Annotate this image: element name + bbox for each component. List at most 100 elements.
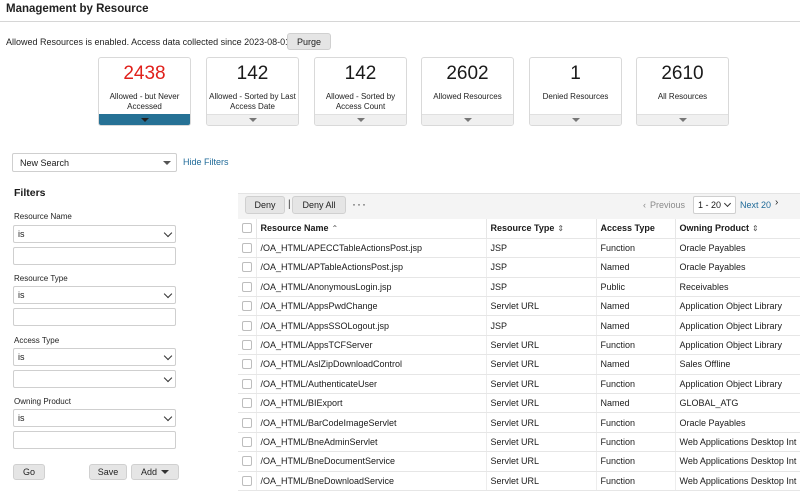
column-header-resource-name[interactable]: Resource Name ⌃	[256, 219, 487, 239]
chevron-down-icon	[163, 228, 173, 238]
caret-up-icon[interactable]: ⌃	[332, 224, 339, 233]
card-all-resources[interactable]: 2610 All Resources	[636, 57, 729, 126]
select-all-checkbox[interactable]	[242, 223, 252, 234]
card-denied-resources[interactable]: 1 Denied Resources	[529, 57, 622, 126]
resource-name-operator-select[interactable]: is	[13, 225, 176, 243]
resource-name-input[interactable]	[13, 247, 176, 265]
sort-up-down-icon[interactable]: ⇕	[752, 224, 759, 233]
more-actions-icon[interactable]: ···	[352, 197, 367, 211]
card-count: 2610	[661, 63, 704, 84]
card-footer[interactable]	[530, 114, 621, 125]
deny-button[interactable]: Deny	[245, 196, 285, 214]
table-row[interactable]: /OA_HTML/BneDownloadService Servlet URL Fu…	[238, 471, 800, 491]
row-select-cell[interactable]	[238, 257, 257, 278]
row-checkbox[interactable]	[242, 436, 252, 447]
column-header-owning-product[interactable]: Owning Product ⇕	[675, 219, 800, 239]
row-checkbox[interactable]	[242, 262, 252, 273]
row-select-cell[interactable]	[238, 471, 257, 491]
previous-page-link[interactable]: ‹ Previous	[643, 196, 685, 214]
table-row[interactable]: /OA_HTML/AppsSSOLogout.jsp JSP Named Applic…	[238, 315, 800, 336]
card-footer[interactable]	[422, 114, 513, 125]
row-select-cell[interactable]	[238, 354, 257, 375]
title-divider	[0, 21, 800, 22]
row-select-cell[interactable]	[238, 451, 257, 472]
row-checkbox[interactable]	[242, 475, 252, 486]
access-type-cell: Function	[596, 412, 676, 433]
previous-label: Previous	[650, 200, 686, 210]
card-sorted-last-access[interactable]: 142 Allowed - Sorted by Last Access Date	[206, 57, 299, 126]
row-checkbox[interactable]	[242, 398, 252, 409]
row-select-cell[interactable]	[238, 335, 257, 356]
row-checkbox[interactable]	[242, 281, 252, 292]
table-row[interactable]: /OA_HTML/BneAdminServlet Servlet URL Funct…	[238, 432, 800, 453]
resource-type-operator-select[interactable]: is	[13, 286, 176, 304]
access-type-cell: Function	[596, 335, 676, 356]
saved-search-select[interactable]: New Search	[12, 153, 177, 172]
access-type-cell: Named	[596, 296, 676, 317]
resource-type-input[interactable]	[13, 308, 176, 326]
table-row[interactable]: /OA_HTML/AslZipDownloadControl Servlet UR…	[238, 354, 800, 375]
resource-name-cell: /OA_HTML/APTableActionsPost.jsp	[256, 257, 487, 278]
access-type-cell: Function	[596, 238, 676, 259]
access-type-operator-select[interactable]: is	[13, 348, 176, 366]
next-page-link[interactable]: Next 20	[740, 196, 771, 214]
row-select-cell[interactable]	[238, 315, 257, 336]
table-row[interactable]: /OA_HTML/AppsPwdChange Servlet URL Named Ap…	[238, 296, 800, 317]
purge-button[interactable]: Purge	[287, 33, 331, 50]
row-select-cell[interactable]	[238, 393, 257, 414]
owning-product-input[interactable]	[13, 431, 176, 449]
card-footer[interactable]	[99, 114, 190, 125]
hide-filters-link[interactable]: Hide Filters	[183, 157, 229, 167]
column-header-resource-type[interactable]: Resource Type ⇕	[486, 219, 597, 239]
table-row[interactable]: /OA_HTML/AppsTCFServer Servlet URL Functio…	[238, 335, 800, 356]
card-footer[interactable]	[315, 114, 406, 125]
card-label: All Resources	[657, 92, 708, 101]
card-allowed-resources[interactable]: 2602 Allowed Resources	[421, 57, 514, 126]
row-checkbox[interactable]	[242, 456, 252, 467]
select-all-cell[interactable]	[238, 219, 257, 239]
row-checkbox[interactable]	[242, 417, 252, 428]
row-select-cell[interactable]	[238, 277, 257, 298]
page-range-select[interactable]: 1 - 20	[693, 196, 736, 214]
go-button[interactable]: Go	[13, 464, 45, 480]
row-select-cell[interactable]	[238, 412, 257, 433]
table-row[interactable]: /OA_HTML/AnonymousLogin.jsp JSP Public Rece…	[238, 277, 800, 298]
row-checkbox[interactable]	[242, 378, 252, 389]
save-button[interactable]: Save	[89, 464, 127, 480]
owning-product-operator-select[interactable]: is	[13, 409, 176, 427]
chevron-down-icon	[163, 412, 173, 422]
row-select-cell[interactable]	[238, 296, 257, 317]
row-checkbox[interactable]	[242, 340, 252, 351]
chevron-right-icon[interactable]: ›	[775, 197, 778, 208]
row-checkbox[interactable]	[242, 320, 252, 331]
chevron-down-icon	[163, 289, 173, 299]
sort-up-down-icon[interactable]: ⇕	[557, 224, 564, 233]
table-row[interactable]: /OA_HTML/APTableActionsPost.jsp JSP Named O…	[238, 257, 800, 278]
table-row[interactable]: /OA_HTML/BneDocumentService Servlet URL Fu…	[238, 451, 800, 472]
card-footer[interactable]	[207, 114, 298, 125]
access-type-cell: Function	[596, 374, 676, 395]
card-sorted-access-count[interactable]: 142 Allowed - Sorted by Access Count	[314, 57, 407, 126]
row-checkbox[interactable]	[242, 243, 252, 254]
row-checkbox[interactable]	[242, 301, 252, 312]
owning-product-cell: Oracle Payables	[675, 412, 800, 433]
owning-product-cell: Web Applications Desktop Int	[675, 451, 800, 472]
table-row[interactable]: /OA_HTML/BIExport Servlet URL Named GLOBAL_…	[238, 393, 800, 414]
card-footer[interactable]	[637, 114, 728, 125]
row-select-cell[interactable]	[238, 432, 257, 453]
table-row[interactable]: /OA_HTML/AuthenticateUser Servlet URL Func…	[238, 374, 800, 395]
table-row[interactable]: /OA_HTML/APECCTableActionsPost.jsp JSP Fun…	[238, 238, 800, 259]
resource-type-cell: Servlet URL	[486, 393, 597, 414]
card-allowed-never-accessed[interactable]: 2438 Allowed - but Never Accessed	[98, 57, 191, 126]
resource-type-label: Resource Type	[14, 274, 68, 283]
row-select-cell[interactable]	[238, 374, 257, 395]
add-button[interactable]: Add	[131, 464, 179, 480]
deny-all-button[interactable]: Deny All	[292, 196, 346, 214]
operator-value: is	[18, 352, 25, 362]
access-type-value-select[interactable]	[13, 370, 176, 388]
row-checkbox[interactable]	[242, 359, 252, 370]
row-select-cell[interactable]	[238, 238, 257, 259]
owning-product-cell: Oracle Payables	[675, 257, 800, 278]
column-header-access-type[interactable]: Access Type	[596, 219, 676, 239]
table-row[interactable]: /OA_HTML/BarCodeImageServlet Servlet URL F…	[238, 412, 800, 433]
